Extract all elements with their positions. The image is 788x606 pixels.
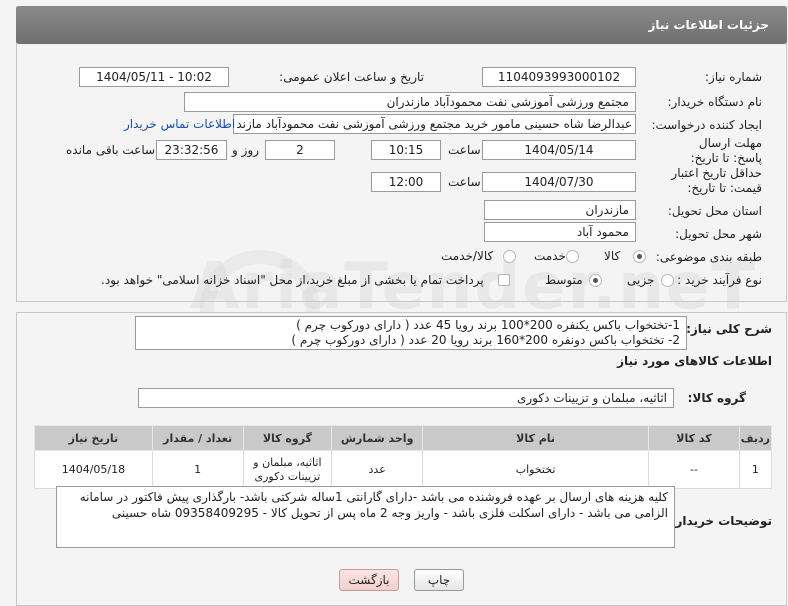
cell-name: تختخواب (422, 450, 650, 489)
category-option-goods-service: کالا/خدمت (441, 249, 494, 263)
process-option-minor: جزیی (627, 273, 655, 287)
remaining-label: ساعت باقی مانده (66, 143, 156, 157)
goods-group-field: اثاثیه، مبلمان و تزیینات دکوری (138, 388, 674, 408)
reply-date-field: 1404/05/14 (482, 140, 636, 160)
category-label: طبقه بندی موضوعی: (655, 250, 762, 264)
buyer-org-label: نام دستگاه خریدار: (667, 95, 763, 109)
table-row: 1 -- تختخواب عدد اثاثیه، مبلمان و تزیینا… (34, 450, 773, 489)
category-radio-goods[interactable] (633, 250, 646, 263)
general-desc-line-1: 1-تختخواب باکس یکنفره 200*100 برند رویا … (296, 318, 680, 332)
general-desc-field: 1-تختخواب باکس یکنفره 200*100 برند رویا … (135, 316, 687, 350)
goods-table: ردیف کد کالا نام کالا واحد شمارش گروه کا… (34, 425, 773, 489)
buyer-notes-field: کلیه هزینه های ارسال بر عهده فروشنده می … (56, 486, 675, 548)
buyer-org-field: مجتمع ورزشی آموزشی نفت محمودآباد مازندرا… (184, 92, 636, 112)
announce-field: 1404/05/11 - 10:02 (79, 67, 229, 87)
buyer-notes-line-1: کلیه هزینه های ارسال بر عهده فروشنده می … (79, 490, 668, 504)
price-time-label: ساعت (448, 175, 481, 189)
col-group: گروه کالا (242, 425, 333, 451)
page-title: جزئیات اطلاعات نیاز (648, 18, 769, 32)
process-radio-minor[interactable] (661, 274, 674, 287)
buyer-notes-line-2: الزامی می باشد - دارای اسکلت فلزی باشد -… (111, 506, 668, 520)
col-name: نام کالا (422, 425, 650, 451)
payment-note: پرداخت تمام یا بخشی از مبلغ خرید،از محل … (101, 273, 484, 287)
general-desc-line-2: 2- تختخواب باکس دونفره 200*160 برند رویا… (291, 333, 680, 347)
treasury-payment-checkbox[interactable] (498, 274, 510, 286)
category-option-service: خدمت (534, 249, 566, 263)
announce-label: تاریخ و ساعت اعلان عمومی: (279, 70, 424, 84)
category-radio-service[interactable] (566, 250, 579, 263)
price-time-field: 12:00 (371, 172, 441, 192)
reply-deadline-label: مهلت ارسال پاسخ: تا تاریخ: (690, 136, 762, 165)
price-validity-label: حداقل تاریخ اعتبار قیمت: تا تاریخ: (671, 166, 762, 195)
category-radio-goods-service[interactable] (503, 250, 516, 263)
buyer-contact-link[interactable]: اطلاعات تماس خریدار (124, 117, 235, 131)
remaining-time-field: 23:32:56 (156, 140, 227, 160)
goods-table-header: ردیف کد کالا نام کالا واحد شمارش گروه کا… (34, 425, 773, 451)
goods-info-title: اطلاعات کالاهای مورد نیاز (617, 354, 772, 368)
creator-label: ایجاد کننده درخواست: (651, 118, 762, 132)
reply-time-label: ساعت (448, 143, 481, 157)
reply-time-field: 10:15 (371, 140, 441, 160)
cell-code: -- (648, 450, 740, 489)
days-label: روز و (232, 143, 259, 157)
col-need-date: تاریخ نیاز (34, 425, 153, 451)
creator-field: عبدالرضا شاه حسینی مامور خرید مجتمع ورزش… (233, 114, 636, 134)
need-number-field: 1104093993000102 (482, 67, 636, 87)
col-unit: واحد شمارش (331, 425, 424, 451)
general-desc-label: شرح کلی نیاز: (686, 322, 772, 336)
province-field: مازندران (484, 200, 636, 220)
process-label: نوع فرآیند خرید : (677, 273, 762, 287)
col-code: کد کالا (648, 425, 740, 451)
cell-row: 1 (738, 450, 773, 489)
panel-header: جزئیات اطلاعات نیاز (16, 6, 787, 44)
col-row: ردیف (738, 425, 773, 451)
buyer-notes-label: توضیحات خریدار: (670, 514, 772, 528)
days-field: 2 (265, 140, 335, 160)
need-number-label: شماره نیاز: (705, 70, 762, 84)
col-quantity: تعداد / مقدار (151, 425, 244, 451)
cell-need-date: 1404/05/18 (34, 450, 153, 489)
price-date-field: 1404/07/30 (482, 172, 636, 192)
process-radio-medium[interactable] (589, 274, 602, 287)
city-label: شهر محل تحویل: (675, 227, 762, 241)
category-option-goods: کالا (604, 249, 621, 263)
back-button[interactable]: بازگشت (339, 569, 399, 591)
print-button[interactable]: چاپ (414, 569, 464, 591)
cell-group: اثاثیه، مبلمان و تزیینات دکوری (242, 450, 333, 489)
province-label: استان محل تحویل: (667, 204, 762, 218)
process-option-medium: متوسط (545, 273, 583, 287)
goods-group-label: گروه کالا: (687, 391, 746, 405)
city-field: محمود آباد (484, 222, 636, 242)
cell-quantity: 1 (151, 450, 244, 489)
cell-unit: عدد (331, 450, 424, 489)
